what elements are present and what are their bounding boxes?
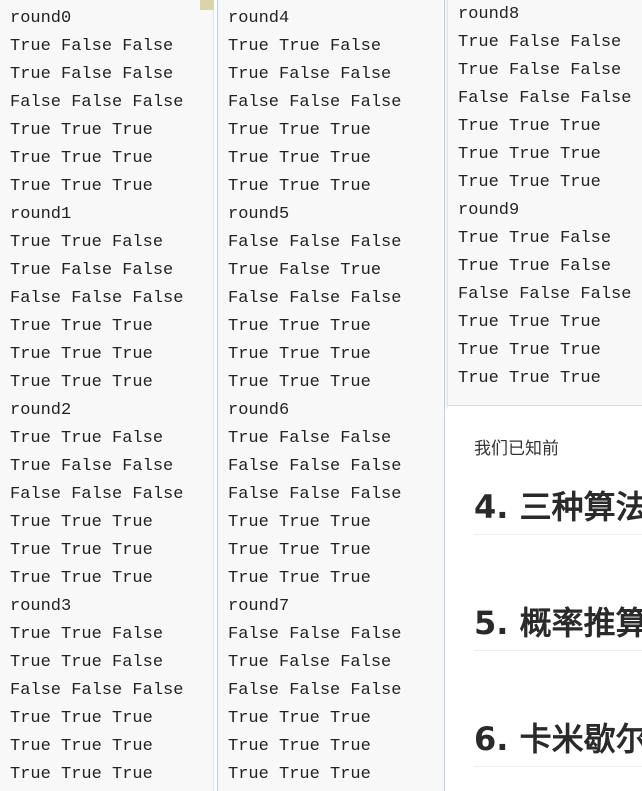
output-line: False False False bbox=[10, 485, 184, 504]
output-panel-3: round8 True False False True False False Fa… bbox=[447, 0, 642, 406]
output-line: True False False bbox=[228, 65, 392, 84]
output-line: True True True bbox=[10, 177, 153, 196]
output-line: True True True bbox=[10, 737, 153, 756]
output-line: True False False bbox=[228, 653, 392, 672]
output-line: True True True bbox=[228, 149, 371, 168]
output-panel-1: round0 True False False True False False Fa… bbox=[0, 0, 214, 791]
output-line: False False False bbox=[458, 285, 632, 304]
round-label: round3 bbox=[10, 597, 72, 616]
output-line: False False False bbox=[228, 485, 402, 504]
output-line: True True False bbox=[458, 229, 612, 248]
output-line: True True True bbox=[458, 173, 601, 192]
round-label: round4 bbox=[228, 9, 290, 28]
round-label: round1 bbox=[10, 205, 72, 224]
output-line: True True True bbox=[10, 541, 153, 560]
output-line: True False False bbox=[10, 37, 174, 56]
output-text-panel-1: round0 True False False True False False Fa… bbox=[0, 0, 213, 789]
output-line: True True True bbox=[10, 345, 153, 364]
output-line: False False False bbox=[10, 289, 184, 308]
output-line: True True True bbox=[10, 569, 153, 588]
output-line: False False False bbox=[228, 457, 402, 476]
output-line: True True True bbox=[228, 513, 371, 532]
round-label: round8 bbox=[458, 5, 520, 24]
output-line: True True True bbox=[10, 709, 153, 728]
output-line: True False False bbox=[10, 457, 174, 476]
output-line: True True True bbox=[228, 709, 371, 728]
output-line: True True True bbox=[10, 317, 153, 336]
section-heading-4[interactable]: 4. 三种算法 bbox=[474, 482, 642, 535]
output-line: True True True bbox=[458, 313, 601, 332]
output-line: True False False bbox=[228, 429, 392, 448]
output-line: True True True bbox=[10, 765, 153, 784]
output-line: False False False bbox=[458, 89, 632, 108]
section-heading-5[interactable]: 5. 概率推算 bbox=[474, 598, 642, 651]
output-line: False False False bbox=[228, 289, 402, 308]
output-line: True True True bbox=[228, 569, 371, 588]
output-line: True True True bbox=[10, 121, 153, 140]
output-line: True True False bbox=[10, 653, 164, 672]
output-line: True True True bbox=[10, 149, 153, 168]
output-text-panel-3: round8 True False False True False False Fa… bbox=[448, 0, 642, 393]
output-line: True True True bbox=[458, 369, 601, 388]
output-line: False False False bbox=[10, 681, 184, 700]
output-line: False False False bbox=[228, 681, 402, 700]
article-area: 我们已知前 4. 三种算法 5. 概率推算 6. 卡米歇尔 bbox=[448, 406, 642, 791]
output-line: True True True bbox=[228, 345, 371, 364]
round-label: round6 bbox=[228, 401, 290, 420]
output-line: True False False bbox=[458, 61, 622, 80]
window-corner-fragment bbox=[200, 0, 214, 10]
output-line: True False True bbox=[228, 261, 382, 280]
round-label: round2 bbox=[10, 401, 72, 420]
output-line: True True False bbox=[10, 625, 164, 644]
section-heading-6[interactable]: 6. 卡米歇尔 bbox=[474, 714, 642, 767]
output-line: False False False bbox=[228, 93, 402, 112]
output-line: True True False bbox=[458, 257, 612, 276]
output-text-panel-2: round4 True True False True False False Fal… bbox=[218, 0, 444, 789]
output-line: False False False bbox=[228, 625, 402, 644]
output-line: True True True bbox=[10, 373, 153, 392]
output-line: True False False bbox=[10, 65, 174, 84]
output-line: True True True bbox=[228, 317, 371, 336]
output-line: True True False bbox=[228, 37, 382, 56]
article-paragraph: 我们已知前 bbox=[474, 439, 559, 459]
output-line: True True False bbox=[10, 233, 164, 252]
output-line: True True True bbox=[458, 341, 601, 360]
output-line: True True True bbox=[228, 373, 371, 392]
output-line: True True True bbox=[458, 117, 601, 136]
output-line: True True True bbox=[228, 177, 371, 196]
output-line: True True True bbox=[228, 765, 371, 784]
round-label: round5 bbox=[228, 205, 290, 224]
output-line: True True True bbox=[10, 513, 153, 532]
round-label: round9 bbox=[458, 201, 520, 220]
output-panel-2: round4 True True False True False False Fal… bbox=[217, 0, 445, 791]
round-label: round7 bbox=[228, 597, 290, 616]
output-line: True True True bbox=[228, 121, 371, 140]
output-line: True False False bbox=[10, 261, 174, 280]
output-line: True True True bbox=[458, 145, 601, 164]
output-line: True True False bbox=[10, 429, 164, 448]
round-label: round0 bbox=[10, 9, 72, 28]
output-line: True True True bbox=[228, 737, 371, 756]
output-line: True True True bbox=[228, 541, 371, 560]
output-line: True False False bbox=[458, 33, 622, 52]
output-line: False False False bbox=[228, 233, 402, 252]
output-line: False False False bbox=[10, 93, 184, 112]
